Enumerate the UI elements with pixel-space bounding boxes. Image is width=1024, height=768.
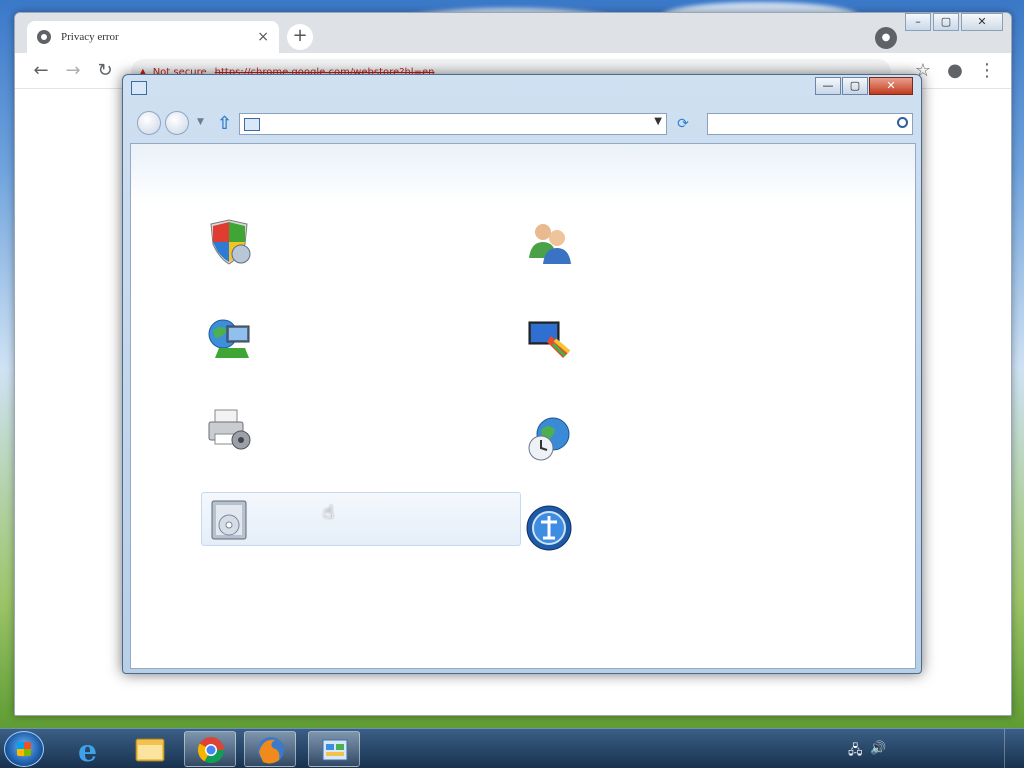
close-button[interactable]: ✕ — [961, 13, 1003, 31]
category-programs[interactable] — [201, 492, 521, 546]
chrome-icon[interactable] — [184, 731, 236, 767]
profile-icon[interactable]: ● — [943, 59, 967, 83]
refresh-icon[interactable]: ⟳ — [671, 113, 695, 135]
category-appearance[interactable] — [521, 312, 841, 402]
search-input[interactable] — [707, 113, 913, 135]
printer-icon — [205, 406, 253, 454]
taskbar: e 🖧 🔊 — [0, 728, 1024, 768]
category-hardware-sound[interactable] — [201, 404, 521, 494]
tab-strip: Privacy error × + ● – ▢ ✕ — [15, 13, 1011, 53]
maximize-button[interactable]: ▢ — [842, 77, 868, 95]
forward-button[interactable] — [165, 111, 189, 135]
chevron-down-icon[interactable]: ▼ — [654, 116, 662, 127]
window-title — [123, 75, 921, 105]
mouse-cursor-icon: ☝ — [323, 502, 334, 523]
file-explorer-icon[interactable] — [124, 731, 176, 767]
new-tab-button[interactable]: + — [287, 24, 313, 50]
back-button[interactable]: ← — [29, 59, 53, 83]
forward-button[interactable]: → — [61, 59, 85, 83]
tab-title: Privacy error — [61, 31, 119, 43]
chrome-profile-icon[interactable]: ● — [875, 27, 897, 49]
address-bar[interactable]: ▼ — [239, 113, 667, 135]
menu-button[interactable]: ⋮ — [975, 59, 999, 83]
ease-of-access-icon — [525, 504, 573, 552]
internet-explorer-icon[interactable]: e — [64, 731, 116, 768]
programs-icon — [206, 495, 254, 543]
start-button[interactable] — [4, 731, 44, 767]
back-button[interactable] — [137, 111, 161, 135]
close-tab-button[interactable]: × — [257, 29, 269, 45]
globe-network-icon — [205, 314, 253, 362]
category-network-internet[interactable] — [201, 312, 521, 402]
category-user-accounts[interactable] — [521, 216, 841, 306]
content-pane: ☝ — [130, 143, 916, 669]
navigation-bar: ▼ ⇧ ▼ ⟳ — [123, 109, 921, 139]
system-tray: 🖧 🔊 — [808, 729, 1018, 768]
close-button[interactable]: ✕ — [869, 77, 913, 95]
browser-tab[interactable]: Privacy error × — [27, 21, 279, 53]
show-desktop-button[interactable] — [1004, 729, 1018, 768]
network-icon[interactable]: 🖧 — [848, 741, 863, 763]
control-panel-icon — [244, 117, 260, 131]
up-arrow-icon[interactable]: ⇧ — [217, 113, 232, 134]
minimize-button[interactable]: – — [905, 13, 931, 31]
category-system-security[interactable] — [201, 216, 521, 306]
svg-text:e: e — [78, 734, 97, 767]
browser-window-controls: – ▢ ✕ — [903, 13, 1003, 31]
window-controls: — ▢ ✕ — [814, 77, 913, 95]
reload-button[interactable]: ↻ — [93, 59, 117, 83]
minimize-button[interactable]: — — [815, 77, 841, 95]
display-icon — [525, 314, 573, 362]
firefox-icon[interactable] — [244, 731, 296, 767]
users-icon — [525, 218, 573, 266]
globe-icon — [37, 30, 51, 44]
clock-globe-icon — [525, 414, 573, 462]
control-panel-taskbar-icon[interactable] — [308, 731, 360, 767]
recent-pages-dropdown[interactable]: ▼ — [197, 117, 204, 127]
control-panel-window: — ▢ ✕ ▼ ⇧ ▼ ⟳ ☝ — [122, 74, 922, 674]
maximize-button[interactable]: ▢ — [933, 13, 959, 31]
search-icon[interactable] — [897, 117, 908, 128]
category-ease-of-access[interactable] — [521, 502, 841, 592]
shield-icon — [205, 218, 253, 266]
category-clock-region[interactable] — [521, 412, 841, 502]
volume-icon[interactable]: 🔊 — [870, 741, 886, 756]
